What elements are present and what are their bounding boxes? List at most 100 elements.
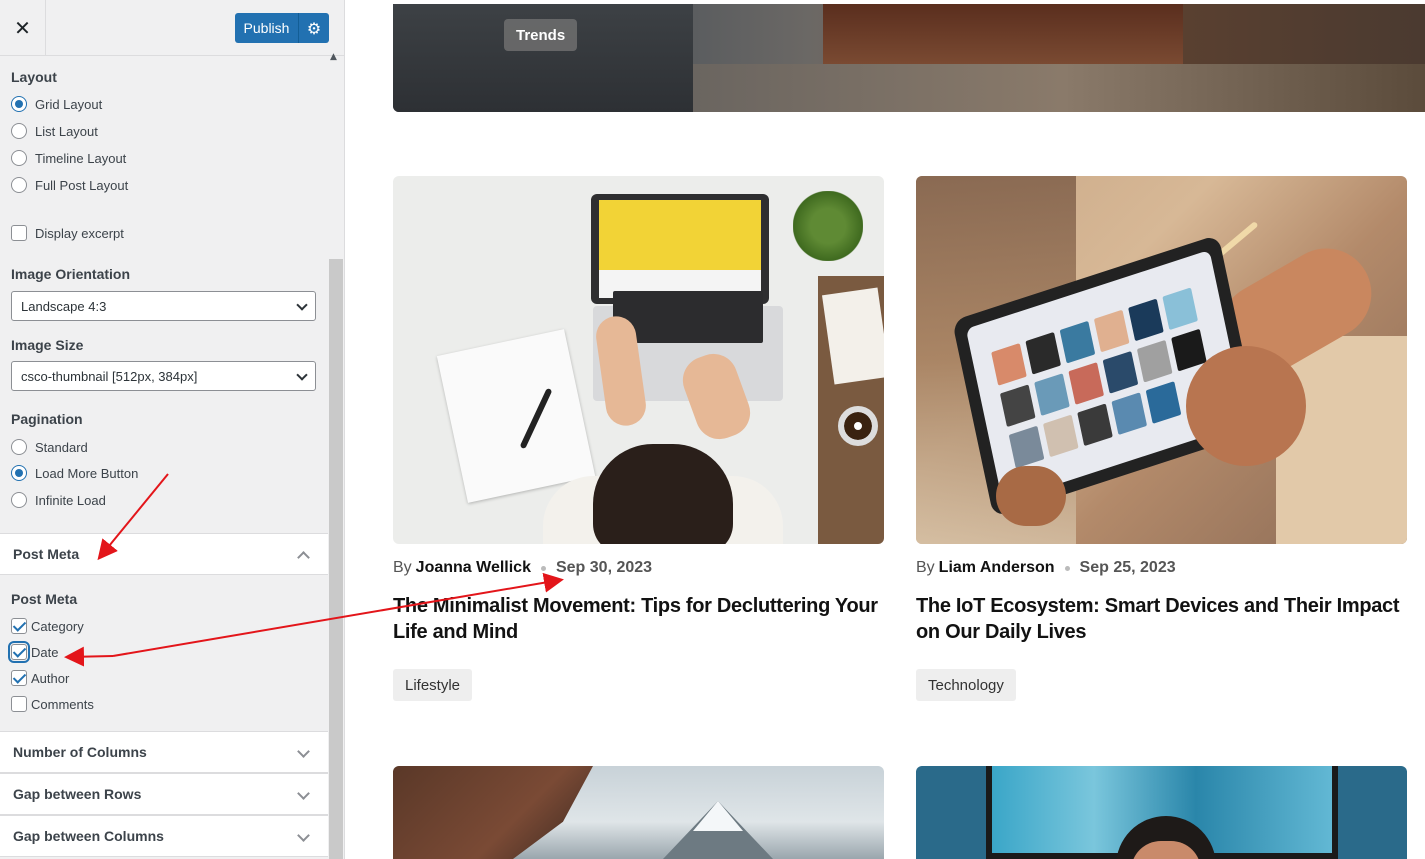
post-thumbnail[interactable] (393, 176, 884, 544)
post-date: Sep 25, 2023 (1079, 559, 1176, 576)
radio-label: Full Post Layout (35, 177, 129, 193)
radio-label: Timeline Layout (35, 150, 127, 166)
radio-button[interactable] (11, 123, 27, 139)
radio-button[interactable] (11, 150, 27, 166)
photo-sleeve (1276, 336, 1407, 544)
radio-grid-layout[interactable]: Grid Layout (11, 96, 102, 112)
hero-photo-floor (693, 64, 1425, 112)
trends-badge[interactable]: Trends (504, 19, 578, 51)
post-date: Sep 30, 2023 (555, 559, 653, 576)
checkbox[interactable] (11, 696, 27, 712)
publish-button[interactable]: Publish (235, 13, 298, 43)
image-size-select[interactable]: csco-thumbnail [512px, 384px] (11, 361, 316, 391)
post-meta-author-checkbox[interactable]: Author (11, 670, 69, 686)
photo-tile (1136, 339, 1173, 383)
select-value: Landscape 4:3 (21, 298, 107, 314)
chevron-down-icon (297, 829, 310, 842)
photo-tile (1059, 320, 1096, 364)
section-title: Post Meta (13, 546, 80, 562)
section-title: Number of Columns (13, 744, 147, 760)
post-meta-category-checkbox[interactable]: Category (11, 618, 84, 634)
section-title: Gap between Columns (13, 828, 164, 844)
post-meta-label: Post Meta (11, 591, 78, 607)
post-author[interactable]: Joanna Wellick (416, 559, 531, 577)
photo-notebook (436, 329, 596, 503)
checkbox[interactable] (11, 670, 27, 686)
checkbox-label: Display excerpt (35, 225, 124, 241)
photo-tile (991, 343, 1027, 386)
radio-label: Standard (35, 439, 88, 455)
section-title: Gap between Rows (13, 786, 142, 802)
photo-screen-content (599, 200, 761, 270)
photo-tile (1162, 287, 1198, 331)
radio-button[interactable] (11, 465, 27, 481)
post-thumbnail[interactable] (916, 766, 1407, 859)
post-meta: By Joanna Wellick Sep 30, 2023 (393, 559, 652, 577)
radio-button[interactable] (11, 177, 27, 193)
photo-head (593, 444, 733, 544)
radio-button[interactable] (11, 439, 27, 455)
featured-post-image[interactable]: Trends (393, 4, 1425, 112)
checkbox-label: Author (31, 670, 70, 686)
chevron-down-icon (296, 299, 308, 311)
number-of-columns-section-toggle[interactable]: Number of Columns (0, 731, 328, 773)
post-title[interactable]: The Minimalist Movement: Tips for Declut… (393, 593, 884, 645)
display-excerpt-checkbox[interactable]: Display excerpt (11, 225, 124, 241)
by-label: By (916, 559, 935, 576)
radio-list-layout[interactable]: List Layout (11, 123, 98, 139)
photo-tile (1093, 309, 1130, 353)
checkbox-label: Comments (31, 696, 94, 712)
close-icon[interactable]: ✕ (0, 0, 46, 56)
layout-label: Layout (11, 69, 57, 85)
photo-tile (1034, 373, 1070, 416)
photo-snow (693, 801, 743, 831)
photo-tile (1102, 350, 1139, 394)
site-preview: Trends By Joanna Wellick Sep 30, 2023 Th… (346, 0, 1425, 859)
gap-between-rows-section-toggle[interactable]: Gap between Rows (0, 773, 328, 815)
post-thumbnail[interactable] (916, 176, 1407, 544)
radio-button[interactable] (11, 492, 27, 508)
photo-tile (1128, 298, 1164, 342)
pagination-label: Pagination (11, 411, 83, 427)
post-title[interactable]: The IoT Ecosystem: Smart Devices and The… (916, 593, 1407, 645)
chevron-down-icon (296, 369, 308, 381)
hero-photo-table (823, 4, 1183, 64)
post-author[interactable]: Liam Anderson (939, 559, 1055, 577)
photo-tile (1042, 414, 1079, 458)
radio-button[interactable] (11, 96, 27, 112)
select-value: csco-thumbnail [512px, 384px] (21, 368, 198, 384)
checkbox[interactable] (8, 641, 30, 663)
radio-infinite-load[interactable]: Infinite Load (11, 492, 106, 508)
image-orientation-select[interactable]: Landscape 4:3 (11, 291, 316, 321)
radio-label: Infinite Load (35, 492, 106, 508)
photo-tile (1025, 331, 1062, 375)
checkbox[interactable] (11, 618, 27, 634)
post-meta-section-toggle[interactable]: Post Meta (0, 533, 328, 575)
checkbox[interactable] (11, 225, 27, 241)
image-orientation-label: Image Orientation (11, 266, 131, 282)
radio-timeline-layout[interactable]: Timeline Layout (11, 150, 126, 166)
photo-tile (1008, 425, 1045, 469)
post-meta-date-checkbox[interactable]: Date (8, 641, 58, 663)
photo-plant (793, 191, 863, 261)
chevron-down-icon (297, 787, 310, 800)
chevron-down-icon (297, 745, 310, 758)
photo-tile (1077, 403, 1113, 447)
photo-cup (838, 406, 878, 446)
scroll-up-icon[interactable]: ▲ (330, 52, 337, 62)
post-card: By Joanna Wellick Sep 30, 2023 The Minim… (393, 176, 884, 706)
radio-load-more-button[interactable]: Load More Button (11, 465, 138, 481)
gap-between-columns-section-toggle[interactable]: Gap between Columns (0, 815, 328, 857)
post-category-tag[interactable]: Lifestyle (393, 669, 473, 701)
post-thumbnail[interactable] (393, 766, 884, 859)
photo-tile (1145, 381, 1182, 424)
gear-icon[interactable]: ⚙ (298, 13, 329, 43)
post-meta-comments-checkbox[interactable]: Comments (11, 696, 94, 712)
post-category-tag[interactable]: Technology (916, 669, 1016, 701)
image-size-label: Image Size (11, 337, 84, 353)
sidebar-scrollbar[interactable] (329, 259, 343, 859)
radio-full-post-layout[interactable]: Full Post Layout (11, 177, 128, 193)
post-meta: By Liam Anderson Sep 25, 2023 (916, 559, 1176, 577)
radio-standard[interactable]: Standard (11, 439, 88, 455)
by-label: By (393, 559, 412, 576)
